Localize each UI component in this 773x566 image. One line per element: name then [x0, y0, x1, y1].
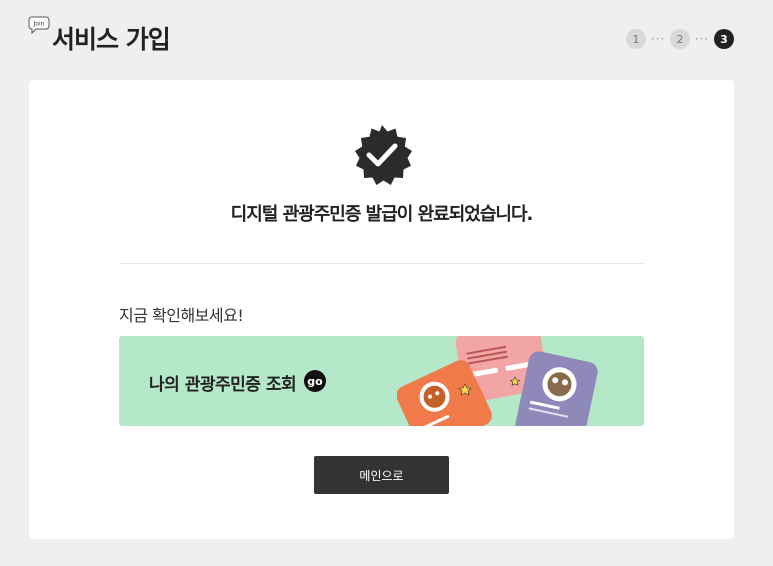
completion-message: 디지털 관광주민증 발급이 완료되었습니다.	[230, 204, 534, 225]
step-separator: ···	[650, 32, 666, 46]
go-main-button[interactable]: 메인으로	[314, 456, 449, 494]
go-icon: go	[304, 370, 326, 392]
join-icon-label: Join	[33, 21, 45, 28]
check-badge-icon	[355, 125, 412, 185]
step-indicator: 1 ··· 2 ··· 3	[626, 29, 734, 49]
resident-cards-illustration	[397, 336, 598, 426]
check-now-text: 지금 확인해보세요!	[119, 306, 244, 325]
step-1: 1	[626, 29, 646, 49]
resident-card-lookup-banner[interactable]: 나의 관광주민증 조회 go	[119, 336, 644, 426]
step-3-current: 3	[714, 29, 734, 49]
step-separator: ···	[694, 32, 710, 46]
speech-bubble-icon: Join	[28, 16, 50, 34]
step-2: 2	[670, 29, 690, 49]
completion-card: 디지털 관광주민증 발급이 완료되었습니다. 지금 확인해보세요! 나의 관광주…	[29, 80, 734, 539]
divider	[119, 263, 644, 264]
banner-label: 나의 관광주민증 조회	[149, 375, 297, 395]
page-title: 서비스 가입	[52, 25, 171, 54]
page-header: Join 서비스 가입 1 ··· 2 ··· 3	[28, 14, 748, 64]
